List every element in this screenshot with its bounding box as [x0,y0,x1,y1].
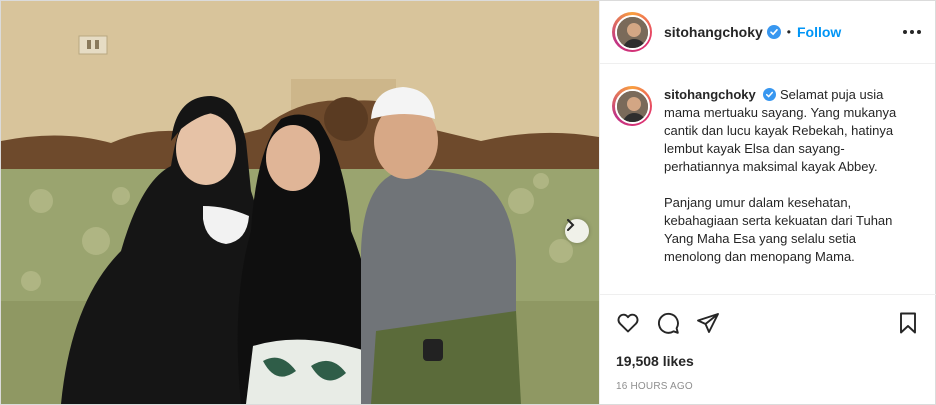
caption-avatar[interactable] [612,86,652,126]
post-photo[interactable] [1,1,599,404]
verified-badge-icon [766,25,781,39]
comment-icon[interactable] [656,311,680,335]
family-photo-illustration [1,1,599,404]
caption-username[interactable]: sitohangchoky [664,87,756,102]
post-sidebar: sitohangchoky • Follow sitohangchoky Sel… [599,1,936,404]
caption-area: sitohangchoky Selamat puja usia mama mer… [600,64,935,292]
post-timestamp[interactable]: 16 HOURS AGO [600,381,936,392]
header-username[interactable]: sitohangchoky [664,24,763,40]
separator-dot: • [786,25,791,39]
heart-icon[interactable] [616,311,640,335]
follow-button[interactable]: Follow [797,24,841,40]
caption-text: sitohangchoky Selamat puja usia mama mer… [664,86,910,292]
profile-avatar[interactable] [612,12,652,52]
caption-paragraph-1: sitohangchoky Selamat puja usia mama mer… [664,86,910,176]
action-bar [600,295,936,351]
chevron-right-icon [567,219,575,231]
instagram-post: sitohangchoky • Follow sitohangchoky Sel… [0,0,936,405]
paper-plane-icon[interactable] [696,311,720,335]
next-photo-button[interactable] [565,219,589,243]
caption-paragraph-2: Panjang umur dalam kesehatan, kebahagiaa… [664,195,893,264]
avatar-image [614,14,650,50]
verified-badge-icon [763,88,777,101]
bookmark-icon[interactable] [896,311,920,335]
actions-section: 19,508 likes 16 HOURS AGO [600,294,936,392]
post-header: sitohangchoky • Follow [600,1,935,64]
like-count[interactable]: 19,508 likes [600,353,936,369]
more-options-icon[interactable] [903,30,921,34]
avatar-image [614,88,650,124]
